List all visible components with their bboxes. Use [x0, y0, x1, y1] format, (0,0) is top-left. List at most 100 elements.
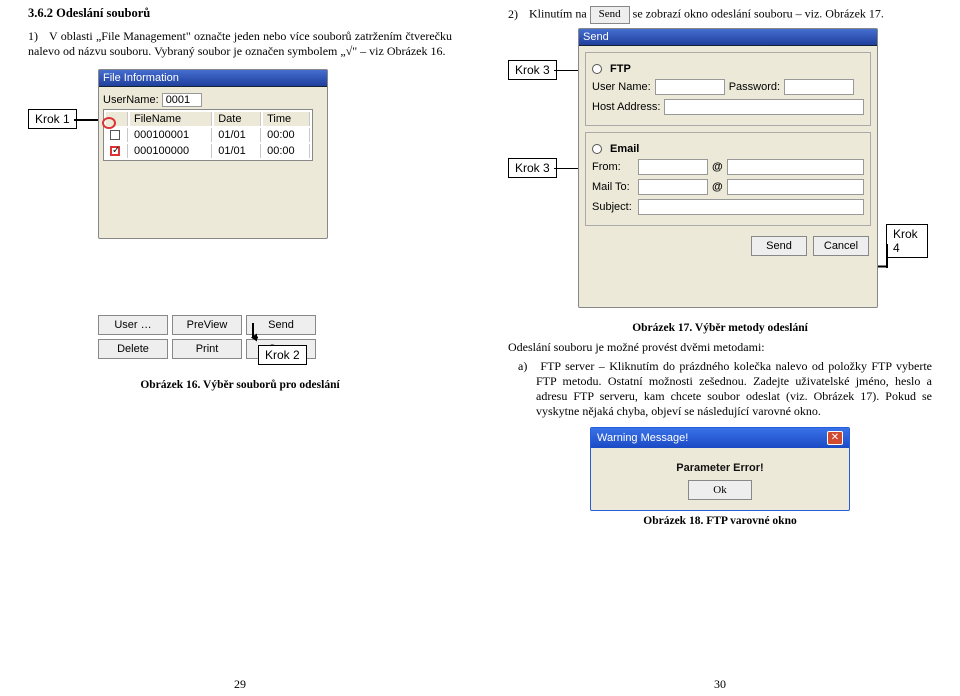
figure-18-caption-text: Obrázek 18. FTP varovné okno — [643, 515, 796, 527]
checkbox-unchecked[interactable] — [110, 130, 120, 140]
ok-button[interactable]: Ok — [688, 480, 752, 500]
send-panel-buttons: Send Cancel — [579, 232, 877, 260]
send-button[interactable]: Send — [246, 315, 316, 335]
cell-time: 00:00 — [263, 144, 310, 158]
step-label-krok3-b: Krok 3 — [508, 158, 557, 178]
cell-time: 00:00 — [263, 128, 310, 142]
table-row: 000100001 01/01 00:00 — [106, 128, 310, 142]
paragraph-4-text: FTP server – Kliknutím do prázdného kole… — [536, 359, 932, 418]
delete-button[interactable]: Delete — [98, 339, 168, 359]
user-button[interactable]: User … — [98, 315, 168, 335]
step-label-krok2: Krok 2 — [258, 345, 307, 365]
password-input[interactable] — [784, 79, 854, 95]
panel-body: UserName: 0001 FileName Date Time 000100… — [99, 87, 327, 165]
cancel-button[interactable]: Cancel — [813, 236, 869, 256]
ftp-radio[interactable] — [592, 64, 602, 74]
figure-16: Krok 1 File Information UserName: 0001 F… — [28, 69, 448, 369]
send-panel-title: Send — [579, 29, 877, 46]
left-column: 3.6.2 Odeslání souborů 1) V oblasti „Fil… — [0, 0, 480, 696]
col-date: Date — [214, 112, 261, 126]
user-name-label: User Name: — [592, 81, 651, 93]
paragraph-3: Odeslání souboru je možné provést dvěmi … — [508, 340, 932, 355]
email-radio-row: Email — [592, 143, 864, 155]
subject-label: Subject: — [592, 201, 634, 213]
figure-16-caption-text: Obrázek 16. Výběr souborů pro odeslání — [140, 379, 339, 391]
warning-dialog: Warning Message! ✕ Parameter Error! Ok — [590, 427, 850, 511]
step-label-krok4: Krok 4 — [886, 224, 928, 258]
from-user-input[interactable] — [638, 159, 708, 175]
step-label-krok3-a: Krok 3 — [508, 60, 557, 80]
username-row: UserName: 0001 — [103, 93, 323, 107]
table-header-row: FileName Date Time — [106, 112, 310, 126]
figure-16-caption: Obrázek 16. Výběr souborů pro odeslání — [28, 379, 452, 391]
at-symbol: @ — [712, 181, 723, 193]
print-button[interactable]: Print — [172, 339, 242, 359]
inline-send-button[interactable]: Send — [590, 6, 630, 24]
list-letter: a) — [518, 359, 536, 374]
username-value: 0001 — [162, 93, 202, 107]
cell-date: 01/01 — [214, 144, 261, 158]
arrow-krok2-v — [252, 323, 254, 337]
cell-filename: 000100001 — [130, 128, 212, 142]
figure-18: Warning Message! ✕ Parameter Error! Ok O… — [508, 427, 932, 527]
arrow-krok2 — [252, 337, 258, 339]
warning-header: Warning Message! ✕ — [591, 428, 849, 448]
host-label: Host Address: — [592, 101, 660, 113]
paragraph-4: a) FTP server – Kliknutím do prázdného k… — [508, 359, 932, 419]
ftp-host-row: Host Address: — [592, 99, 864, 115]
page-number: 29 — [234, 677, 246, 692]
section-heading: 3.6.2 Odeslání souborů — [28, 6, 452, 21]
document-page: 3.6.2 Odeslání souborů 1) V oblasti „Fil… — [0, 0, 960, 696]
subject-input[interactable] — [638, 199, 864, 215]
send-panel: Send FTP User Name: Password: Host Addre… — [578, 28, 878, 308]
p2-text-a: Klinutím na — [529, 7, 587, 21]
table-row: 000100000 01/01 00:00 — [106, 144, 310, 158]
paragraph-2: 2) Klinutím na Send se zobrazí okno odes… — [508, 6, 932, 24]
checkbox-checked[interactable] — [110, 146, 120, 156]
panel-title: File Information — [99, 70, 327, 87]
right-column: 2) Klinutím na Send se zobrazí okno odes… — [480, 0, 960, 696]
cell-filename: 000100000 — [130, 144, 212, 158]
username-label: UserName: — [103, 94, 159, 106]
email-group: Email From: @ Mail To: @ — [585, 132, 871, 226]
list-number: 2) — [508, 7, 526, 22]
from-domain-input[interactable] — [727, 159, 864, 175]
email-label: Email — [610, 143, 639, 155]
mailto-label: Mail To: — [592, 181, 634, 193]
page-number: 30 — [714, 677, 726, 692]
mailto-user-input[interactable] — [638, 179, 708, 195]
ftp-radio-row: FTP — [592, 63, 864, 75]
ftp-label: FTP — [610, 63, 631, 75]
send-button[interactable]: Send — [751, 236, 807, 256]
red-highlight-circle — [102, 117, 116, 129]
ftp-group: FTP User Name: Password: Host Address: — [585, 52, 871, 126]
warning-title: Warning Message! — [597, 432, 688, 444]
p2-text-b: se zobrazí okno odeslání souboru – viz. … — [633, 7, 884, 21]
file-info-panel: File Information UserName: 0001 FileName… — [98, 69, 328, 239]
figure-17: Krok 3 Krok 3 Krok 4 Send FTP User Name: — [508, 28, 928, 328]
step-label-krok1: Krok 1 — [28, 109, 77, 129]
preview-button[interactable]: PreView — [172, 315, 242, 335]
col-time: Time — [263, 112, 310, 126]
list-number: 1) — [28, 29, 46, 44]
email-radio[interactable] — [592, 144, 602, 154]
file-table: FileName Date Time 000100001 01/01 00:00 — [103, 109, 313, 161]
host-input[interactable] — [664, 99, 864, 115]
figure-18-caption: Obrázek 18. FTP varovné okno — [508, 515, 932, 527]
paragraph-1-text: V oblasti „File Management" označte jede… — [28, 29, 452, 58]
mailto-row: Mail To: @ — [592, 179, 864, 195]
user-name-input[interactable] — [655, 79, 725, 95]
close-icon[interactable]: ✕ — [827, 431, 843, 445]
cell-date: 01/01 — [214, 128, 261, 142]
password-label: Password: — [729, 81, 780, 93]
subject-row: Subject: — [592, 199, 864, 215]
warning-message: Parameter Error! — [591, 448, 849, 480]
at-symbol: @ — [712, 161, 723, 173]
ftp-user-row: User Name: Password: — [592, 79, 864, 95]
from-row: From: @ — [592, 159, 864, 175]
paragraph-1: 1) V oblasti „File Management" označte j… — [28, 29, 452, 59]
arrow-krok4-v — [886, 244, 888, 268]
mailto-domain-input[interactable] — [727, 179, 864, 195]
warning-buttons: Ok — [591, 480, 849, 510]
from-label: From: — [592, 161, 634, 173]
